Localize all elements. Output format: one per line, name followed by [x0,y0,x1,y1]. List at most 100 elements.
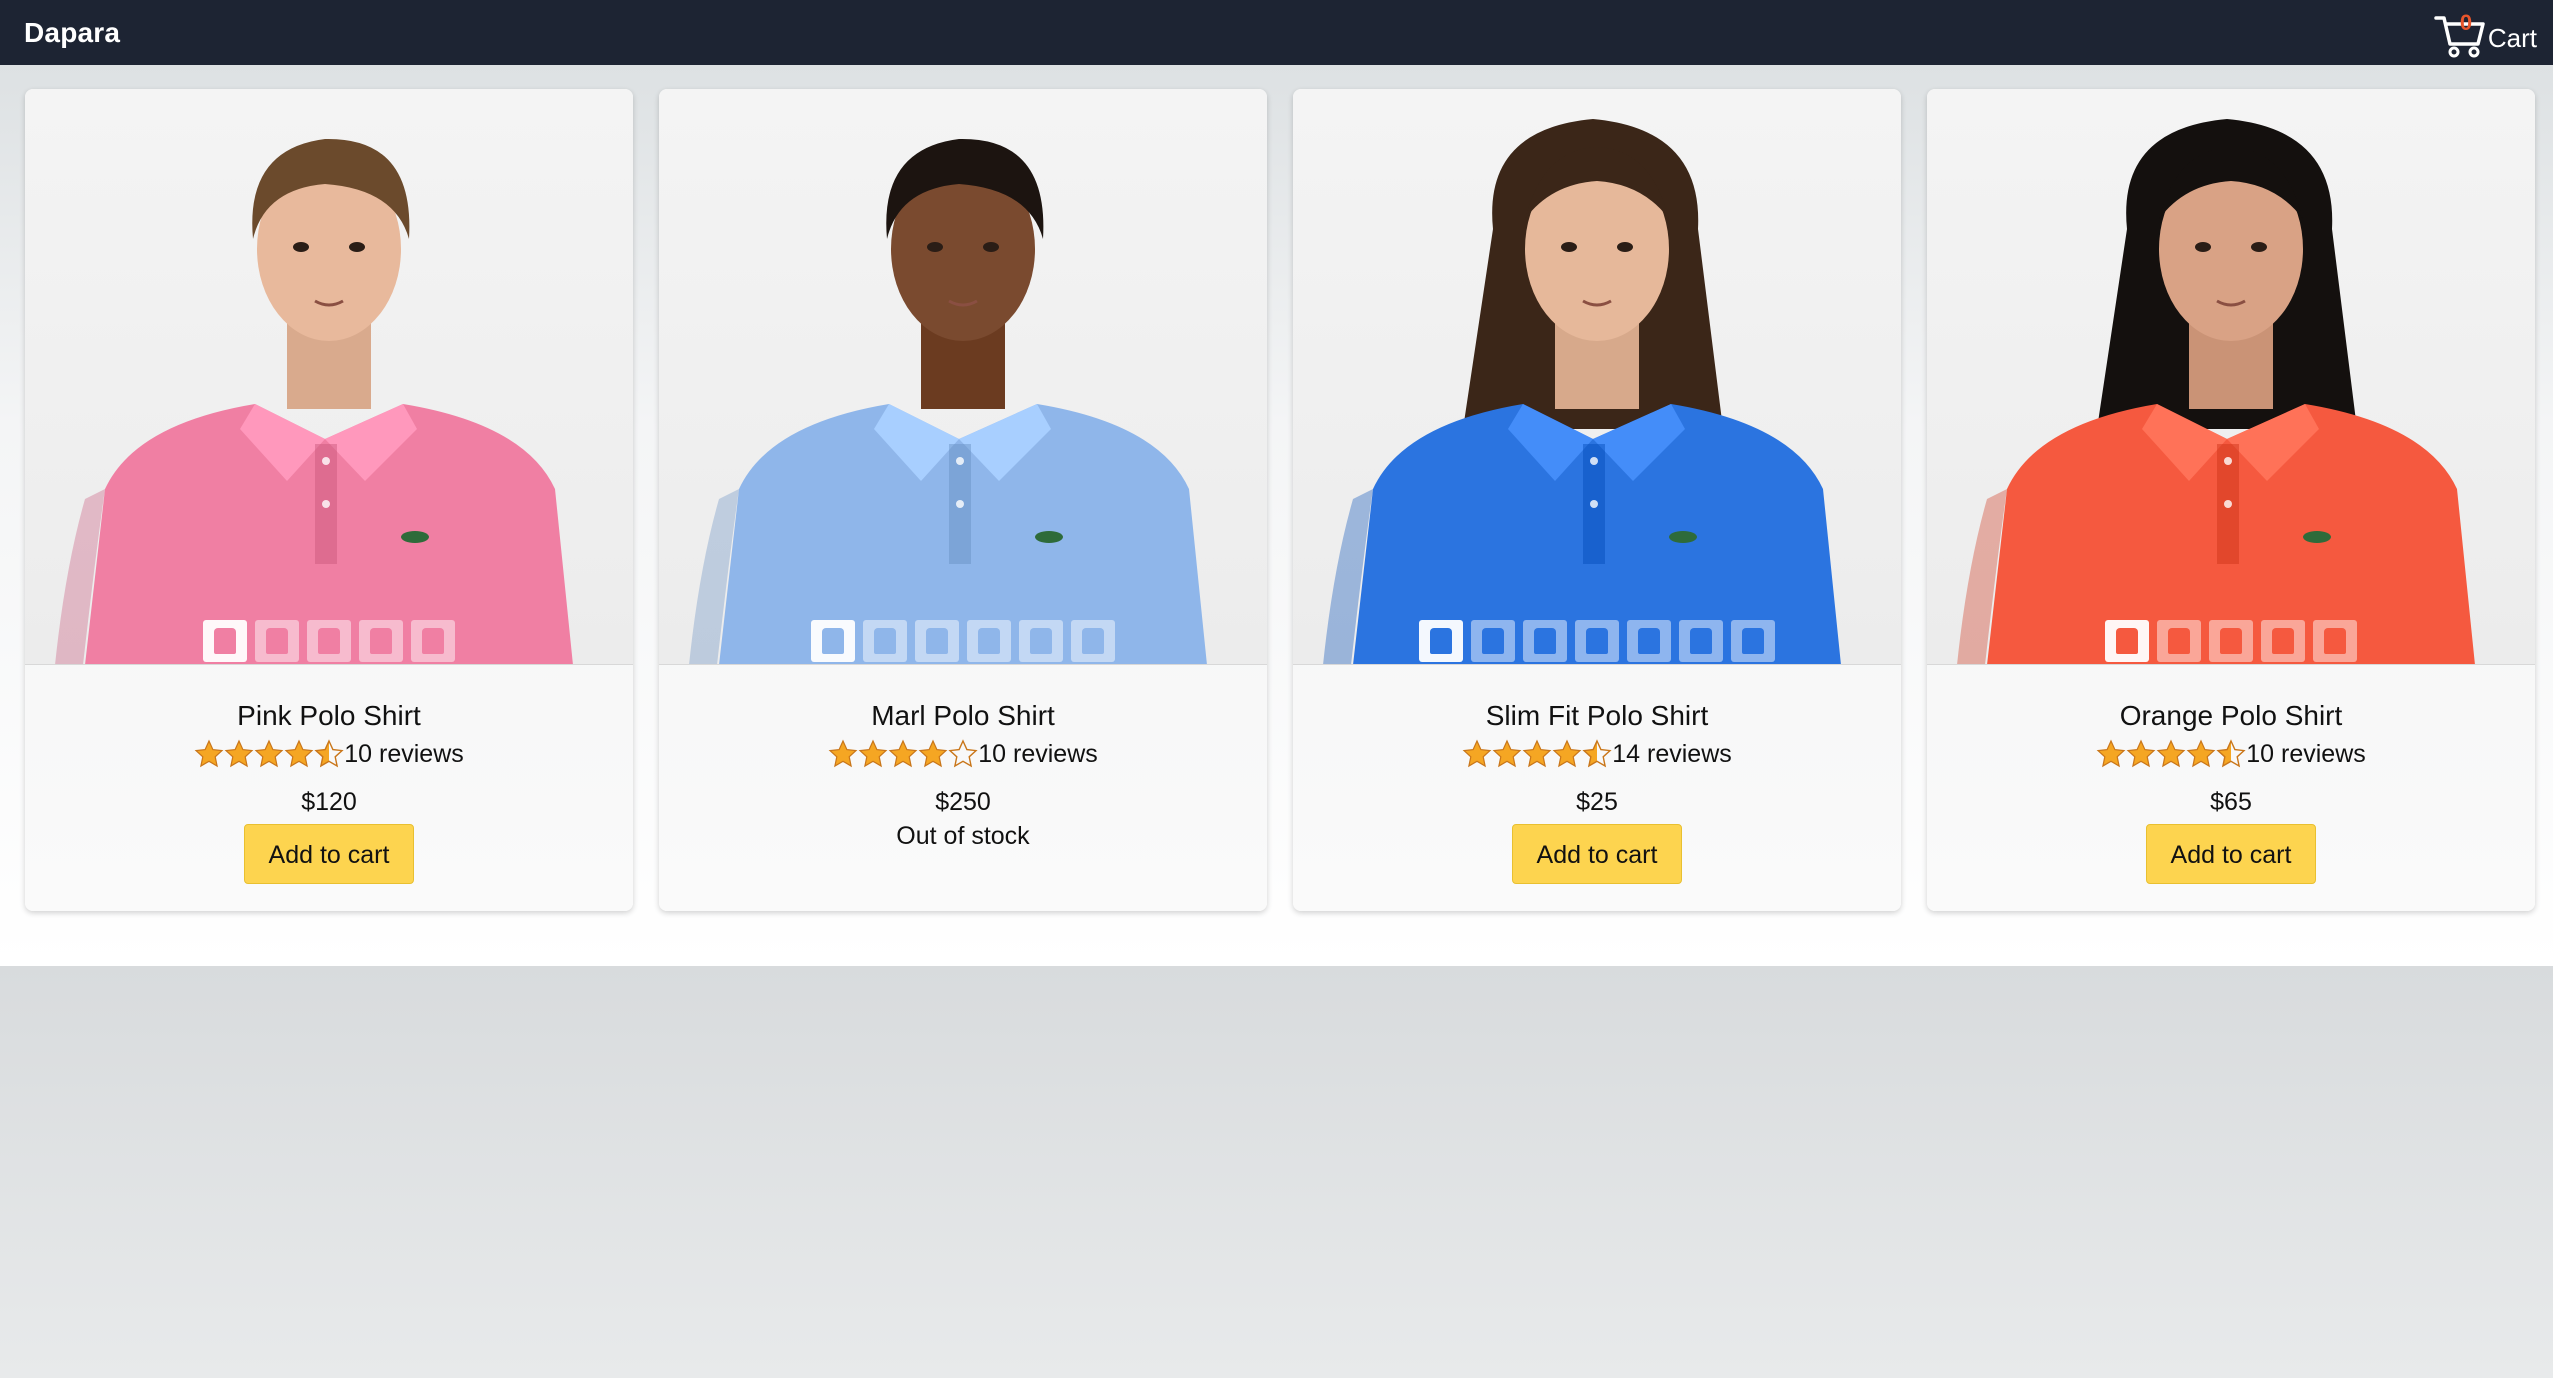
star-icon [1522,739,1552,768]
product-grid-section: Pink Polo Shirt 10 reviews $120 Add to c… [0,65,2553,966]
shirt-thumbnail-icon [214,628,236,654]
star-icon [2126,739,2156,768]
star-icon [1582,739,1612,768]
thumbnail-button[interactable] [2261,620,2305,662]
product-name[interactable]: Marl Polo Shirt [659,698,1267,734]
review-count: 14 reviews [1612,739,1732,768]
shirt-thumbnail-icon [2324,628,2346,654]
product-name[interactable]: Pink Polo Shirt [25,698,633,734]
thumbnail-button[interactable] [411,620,455,662]
shirt-thumbnail-icon [822,628,844,654]
thumbnail-button[interactable] [1019,620,1063,662]
thumbnail-button[interactable] [967,620,1011,662]
star-icon [858,739,888,768]
thumbnail-button[interactable] [2105,620,2149,662]
product-image[interactable] [659,89,1267,665]
product-rating: 10 reviews [1927,736,2535,772]
product-photo [1957,119,2475,664]
thumbnail-button[interactable] [203,620,247,662]
thumbnail-button[interactable] [1731,620,1775,662]
product-photo [55,138,573,664]
thumbnail-button[interactable] [1575,620,1619,662]
cart-label[interactable]: Cart [2488,23,2537,58]
product-rating: 10 reviews [659,736,1267,772]
thumbnail-button[interactable] [2209,620,2253,662]
product-photo [1323,119,1841,664]
cart-link[interactable]: 0 Cart [2434,8,2537,58]
star-icon [284,739,314,768]
thumbnail-button[interactable] [915,620,959,662]
thumbnail-button[interactable] [307,620,351,662]
thumbnail-button[interactable] [255,620,299,662]
review-count: 10 reviews [344,739,464,768]
product-card: Marl Polo Shirt 10 reviews $250 Out of s… [659,89,1267,911]
product-image[interactable] [1927,89,2535,665]
product-price: $25 [1576,788,1618,816]
thumbnail-button[interactable] [811,620,855,662]
shirt-thumbnail-icon [318,628,340,654]
shirt-thumbnail-icon [2116,628,2138,654]
shirt-thumbnail-icon [2220,628,2242,654]
thumbnail-button[interactable] [359,620,403,662]
thumbnail-strip [1927,620,2535,662]
shirt-thumbnail-icon [1586,628,1608,654]
shirt-thumbnail-icon [874,628,896,654]
rating-stars [194,739,344,769]
thumbnail-button[interactable] [863,620,907,662]
star-icon [828,739,858,768]
star-icon [194,739,224,768]
star-icon [314,739,344,768]
star-icon [888,739,918,768]
product-name[interactable]: Orange Polo Shirt [1927,698,2535,734]
shirt-thumbnail-icon [978,628,1000,654]
product-card: Slim Fit Polo Shirt 14 reviews $25 Add t… [1293,89,1901,911]
product-photo [689,138,1207,664]
shirt-thumbnail-icon [926,628,948,654]
review-count: 10 reviews [2246,739,2366,768]
brand-logo[interactable]: Dapara [24,17,120,49]
cart-count-badge: 0 [2459,9,2473,35]
thumbnail-button[interactable] [1679,620,1723,662]
cart-icon[interactable]: 0 [2434,9,2486,58]
product-image[interactable] [1293,89,1901,665]
product-price: $65 [2210,788,2252,816]
thumbnail-button[interactable] [1627,620,1671,662]
review-count: 10 reviews [978,739,1098,768]
star-icon [948,739,978,768]
star-icon [224,739,254,768]
product-name[interactable]: Slim Fit Polo Shirt [1293,698,1901,734]
add-to-cart-button[interactable]: Add to cart [1511,824,1683,884]
star-icon [2156,739,2186,768]
shirt-thumbnail-icon [266,628,288,654]
product-price: $250 [935,788,991,816]
navbar: Dapara 0 Cart [0,0,2553,65]
shirt-thumbnail-icon [1534,628,1556,654]
star-icon [2216,739,2246,768]
product-info: Slim Fit Polo Shirt 14 reviews $25 Add t… [1293,665,1901,884]
shirt-thumbnail-icon [1482,628,1504,654]
thumbnail-strip [1293,620,1901,662]
shirt-thumbnail-icon [1030,628,1052,654]
star-icon [2096,739,2126,768]
shirt-thumbnail-icon [1742,628,1764,654]
shirt-thumbnail-icon [1690,628,1712,654]
thumbnail-button[interactable] [1471,620,1515,662]
rating-stars [828,739,978,769]
thumbnail-button[interactable] [2157,620,2201,662]
out-of-stock-label: Out of stock [896,822,1030,850]
product-price: $120 [301,788,357,816]
product-info: Marl Polo Shirt 10 reviews $250 Out of s… [659,665,1267,851]
thumbnail-button[interactable] [1071,620,1115,662]
add-to-cart-button[interactable]: Add to cart [243,824,415,884]
shirt-thumbnail-icon [2168,628,2190,654]
star-icon [1492,739,1522,768]
add-to-cart-button[interactable]: Add to cart [2145,824,2317,884]
shirt-thumbnail-icon [422,628,444,654]
thumbnail-button[interactable] [1523,620,1567,662]
product-list: Pink Polo Shirt 10 reviews $120 Add to c… [25,89,2535,911]
shirt-thumbnail-icon [370,628,392,654]
thumbnail-button[interactable] [1419,620,1463,662]
product-image[interactable] [25,89,633,665]
shirt-thumbnail-icon [2272,628,2294,654]
thumbnail-button[interactable] [2313,620,2357,662]
